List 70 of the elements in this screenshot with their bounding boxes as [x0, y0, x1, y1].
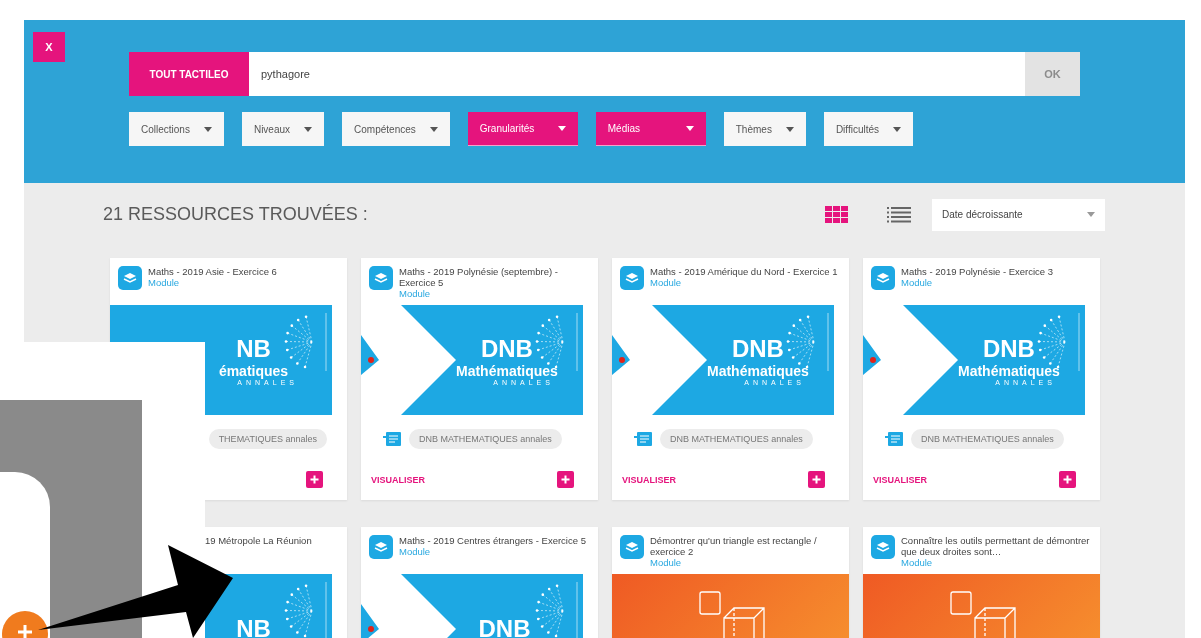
card-type: Module	[650, 557, 683, 568]
layers-icon	[369, 535, 393, 559]
resource-card[interactable]: Maths - 2019 Centres étrangers - Exercice 5 Module DNB	[361, 527, 598, 638]
thumbnail-title: DNB	[982, 334, 1035, 363]
card-type: Module	[901, 277, 934, 288]
caret-icon	[685, 126, 694, 131]
resource-card[interactable]: Démontrer qu'un triangle est rectangle / exercice 2 Module	[612, 527, 849, 638]
filter-dropdown[interactable]: Médias	[595, 112, 706, 146]
resource-card[interactable]: Connaître les outils permettant de démontrer que deux droites sont… Module	[863, 527, 1100, 638]
starburst-drawing	[533, 580, 579, 638]
filter-dropdown[interactable]: Compétences	[342, 112, 450, 146]
add-button[interactable]	[808, 471, 825, 488]
card-title: Connaître les outils permettant de démontrer que deux droites sont…	[901, 535, 1091, 557]
thumbnail-title: NB	[236, 615, 271, 638]
visualize-link[interactable]: VISUALISER	[622, 474, 676, 485]
grid-view-button[interactable]	[824, 204, 850, 225]
layers-icon	[871, 266, 895, 290]
add-button[interactable]	[557, 471, 574, 488]
thumbnail-title: DNB	[480, 334, 533, 363]
card-type: Module	[148, 277, 181, 288]
caret-icon	[304, 126, 313, 132]
add-button[interactable]	[306, 471, 323, 488]
layers-icon	[620, 535, 644, 559]
tag[interactable]: DNB MATHEMATIQUES annales	[911, 429, 1064, 449]
filter-dropdown[interactable]: Difficultés	[823, 112, 914, 146]
card-type: Module	[650, 277, 683, 288]
starburst-drawing	[282, 580, 328, 638]
thumbnail-subtitle: Mathématiques	[456, 362, 558, 379]
filter-dropdown[interactable]: Granularités	[467, 112, 578, 146]
card-type: Module	[901, 557, 934, 568]
card-type: Module	[399, 546, 432, 557]
add-button[interactable]	[1059, 471, 1076, 488]
caret-icon	[893, 126, 902, 132]
visualize-link[interactable]: VISUALISER	[371, 474, 425, 485]
filter-dropdown[interactable]: Thèmes	[723, 112, 806, 146]
caret-icon	[1087, 212, 1095, 217]
tag[interactable]: THEMATIQUES annales	[208, 429, 327, 449]
caret-icon	[557, 126, 566, 131]
layers-icon	[620, 266, 644, 290]
tag[interactable]: DNB MATHEMATIQUES annales	[409, 429, 562, 449]
thumbnail-subtitle: ématiques	[218, 362, 289, 379]
scope-button[interactable]: TOUT TACTILEO	[129, 52, 249, 96]
thumbnail-title: NB	[236, 334, 271, 363]
tag[interactable]: DNB MATHEMATIQUES annales	[660, 429, 813, 449]
caret-icon	[785, 126, 794, 132]
card-title: Maths - 2019 Asie - Exercice 6	[148, 266, 277, 277]
thumbnail-subtitle: Mathématiques	[707, 362, 809, 379]
layers-icon	[118, 266, 142, 290]
caret-icon	[203, 126, 212, 132]
filter-dropdown[interactable]: Collections	[129, 112, 224, 146]
layers-icon	[369, 266, 393, 290]
close-button[interactable]: X	[33, 32, 65, 62]
filter-dropdown[interactable]: Niveaux	[241, 112, 325, 146]
card-title: Maths - 2019 Amérique du Nord - Exercice 1	[650, 266, 838, 277]
results-heading: 21 RESSOURCES TROUVÉES :	[103, 204, 369, 225]
card-type: Module	[399, 288, 432, 299]
card-title: Maths - 2019 Polynésie (septembre) - Exercice 5	[399, 266, 559, 288]
card-title: Maths - 2019 Polynésie - Exercice 3	[901, 266, 1054, 277]
thumbnail-subtitle: Mathématiques	[958, 362, 1060, 379]
card-title: Maths - 2019 Centres étrangers - Exercice 5	[399, 535, 586, 546]
card-title: 19 Métropole La Réunion	[205, 535, 312, 546]
visualize-link[interactable]: VISUALISER	[873, 474, 927, 485]
search-field[interactable]: pythagore	[249, 52, 1025, 96]
thumbnail-title: DNB	[478, 615, 531, 638]
list-view-button[interactable]	[886, 204, 912, 225]
layers-icon	[871, 535, 895, 559]
thumbnail-title: DNB	[731, 334, 784, 363]
card-title: Démontrer qu'un triangle est rectangle / exercice 2	[650, 535, 818, 557]
caret-icon	[429, 126, 438, 132]
sort-dropdown[interactable]: Date décroissante	[932, 198, 1105, 231]
